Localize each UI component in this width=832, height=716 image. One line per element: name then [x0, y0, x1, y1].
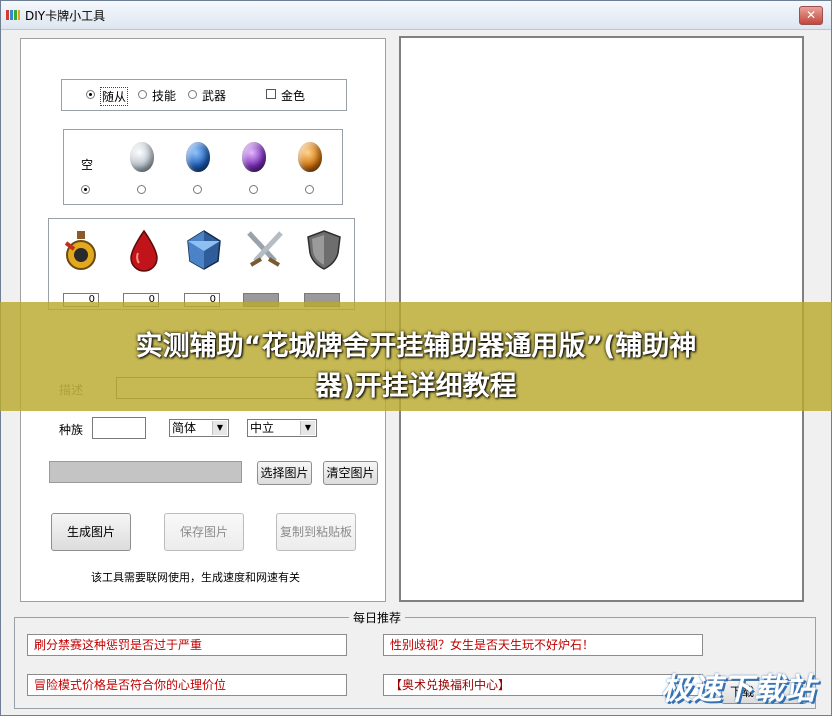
image-path-field [49, 461, 242, 483]
rarity-empty-label: 空 [81, 158, 94, 172]
save-image-button: 保存图片 [164, 513, 244, 551]
title-bar: DIY卡牌小工具 ✕ [1, 1, 831, 30]
recommend-link-2[interactable]: 性别歧视？女生是否天生玩不好炉石！ [383, 634, 703, 656]
rarity-radio-legendary[interactable] [305, 185, 314, 194]
copy-clipboard-button: 复制到粘贴板 [276, 513, 356, 551]
rarity-group: 空 [63, 129, 343, 205]
type-radio-minion[interactable] [86, 90, 95, 99]
chevron-down-icon: ▼ [212, 421, 227, 435]
legendary-gem-icon [298, 142, 322, 172]
rarity-radio-common[interactable] [137, 185, 146, 194]
recommend-link-3[interactable]: 冒险模式价格是否符合你的心理价位 [27, 674, 347, 696]
rare-gem-icon [186, 142, 210, 172]
clear-image-button[interactable]: 清空图片 [323, 461, 378, 485]
overlay-banner: 实测辅助“花城牌舍开挂辅助器通用版”(辅助神 器)开挂详细教程 [0, 302, 832, 411]
durability-shield-icon [307, 230, 341, 270]
font-select[interactable]: 简体 ▼ [169, 419, 229, 437]
race-label: 种族 [59, 423, 84, 437]
close-button[interactable]: ✕ [799, 6, 823, 25]
daily-title: 每日推荐 [349, 609, 406, 626]
type-radio-weapon[interactable] [188, 90, 197, 99]
type-radio-skill[interactable] [138, 90, 147, 99]
overlay-line-2: 器)开挂详细教程 [315, 371, 517, 402]
type-label-weapon: 武器 [202, 89, 227, 103]
blood-drop-icon [130, 229, 158, 272]
generate-image-button[interactable]: 生成图片 [51, 513, 131, 551]
rarity-radio-epic[interactable] [249, 185, 258, 194]
align-select-value: 中立 [250, 421, 275, 435]
rarity-radio-empty[interactable] [81, 185, 90, 194]
armor-crystal-icon [187, 230, 221, 270]
app-icon [6, 10, 20, 20]
recommend-link-4[interactable]: 【奥术兑换福利中心】 [383, 674, 703, 696]
gold-checkbox[interactable] [266, 89, 276, 99]
watermark-logo: 极速下载站 [661, 672, 816, 707]
common-gem-icon [130, 142, 154, 172]
epic-gem-icon [242, 142, 266, 172]
card-type-group: 随从 技能 武器 金色 [61, 79, 347, 111]
select-image-button[interactable]: 选择图片 [257, 461, 312, 485]
overlay-line-1: 实测辅助“花城牌舍开挂辅助器通用版”(辅助神 [135, 331, 697, 362]
recommend-link-1[interactable]: 刷分禁赛这种惩罚是否过于严重 [27, 634, 347, 656]
type-label-minion: 随从 [100, 87, 129, 106]
type-label-skill: 技能 [152, 89, 177, 103]
window-title: DIY卡牌小工具 [25, 9, 106, 23]
network-notice: 该工具需要联网使用，生成速度和网速有关 [91, 571, 300, 584]
stats-group: 0 0 0 [48, 218, 355, 310]
chevron-down-icon: ▼ [300, 421, 315, 435]
rarity-radio-rare[interactable] [193, 185, 202, 194]
align-select[interactable]: 中立 ▼ [247, 419, 317, 437]
mana-potion-icon [64, 231, 96, 270]
attack-swords-icon [247, 231, 283, 267]
gold-label: 金色 [281, 89, 306, 103]
font-select-value: 简体 [172, 421, 197, 435]
race-input[interactable] [92, 417, 146, 439]
